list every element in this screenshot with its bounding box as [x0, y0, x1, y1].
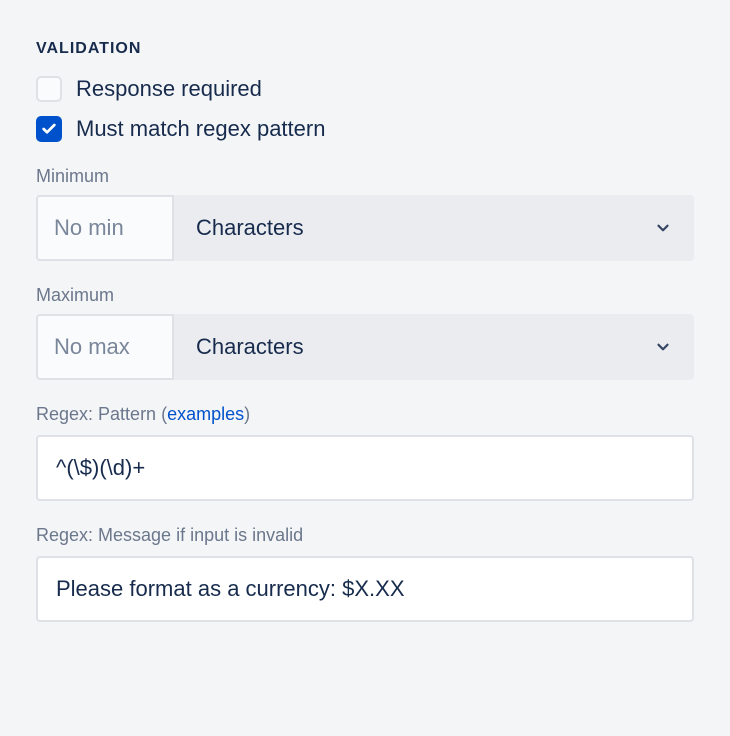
response-required-label: Response required: [76, 76, 262, 102]
minimum-unit-text: Characters: [196, 215, 304, 241]
must-match-regex-label: Must match regex pattern: [76, 116, 325, 142]
regex-pattern-input[interactable]: [36, 435, 694, 501]
maximum-row: Characters: [36, 314, 694, 380]
checkbox-row-response-required: Response required: [36, 76, 694, 102]
checkbox-row-must-match-regex: Must match regex pattern: [36, 116, 694, 142]
regex-pattern-label-suffix: ): [244, 404, 250, 424]
regex-pattern-label: Regex: Pattern (examples): [36, 404, 694, 425]
maximum-unit-select[interactable]: Characters: [174, 314, 694, 380]
maximum-unit-text: Characters: [196, 334, 304, 360]
chevron-down-icon: [654, 219, 672, 237]
regex-message-input[interactable]: [36, 556, 694, 622]
minimum-row: Characters: [36, 195, 694, 261]
minimum-unit-select[interactable]: Characters: [174, 195, 694, 261]
regex-message-label: Regex: Message if input is invalid: [36, 525, 694, 546]
maximum-input[interactable]: [36, 314, 174, 380]
check-icon: [41, 121, 57, 137]
minimum-label: Minimum: [36, 166, 694, 187]
chevron-down-icon: [654, 338, 672, 356]
minimum-input[interactable]: [36, 195, 174, 261]
validation-section: VALIDATION Response required Must match …: [36, 40, 694, 622]
must-match-regex-checkbox[interactable]: [36, 116, 62, 142]
regex-pattern-label-prefix: Regex: Pattern (: [36, 404, 167, 424]
section-title: VALIDATION: [36, 40, 694, 58]
response-required-checkbox[interactable]: [36, 76, 62, 102]
maximum-label: Maximum: [36, 285, 694, 306]
regex-examples-link[interactable]: examples: [167, 404, 244, 424]
